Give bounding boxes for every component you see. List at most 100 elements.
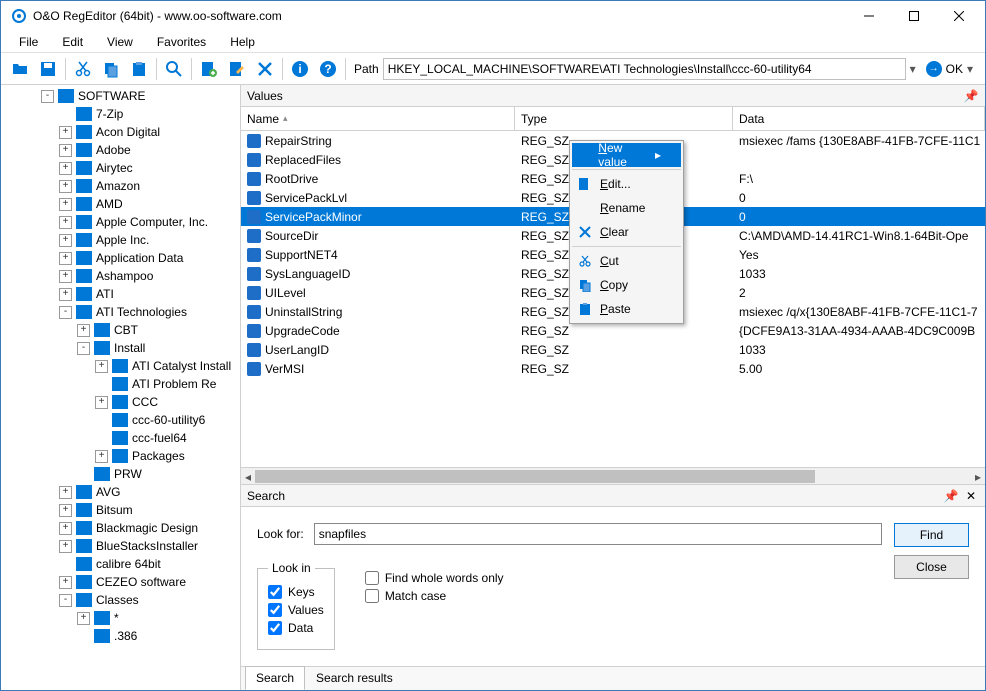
values-grid[interactable]: RepairStringREG_SZmsiexec /fams {130E8AB…	[241, 131, 985, 467]
col-name[interactable]: Name▴	[241, 107, 515, 130]
tree-node[interactable]: .386	[5, 627, 240, 645]
expand-icon[interactable]: +	[59, 576, 72, 589]
menu-item[interactable]: Paste	[572, 297, 681, 321]
tree-label[interactable]: ccc-60-utility6	[132, 413, 205, 427]
tree-label[interactable]: CCC	[132, 395, 158, 409]
tree-node[interactable]: +*	[5, 609, 240, 627]
scroll-right-icon[interactable]: ▸	[971, 468, 985, 485]
tree-node[interactable]: ATI Problem Re	[5, 375, 240, 393]
tree-node[interactable]: -Install	[5, 339, 240, 357]
tree-label[interactable]: CBT	[114, 323, 138, 337]
tree-label[interactable]: Packages	[132, 449, 185, 463]
tree-node[interactable]: + Ashampoo	[5, 267, 240, 285]
tree-node[interactable]: + Bitsum	[5, 501, 240, 519]
tree-node[interactable]: +Application Data	[5, 249, 240, 267]
keys-checkbox[interactable]: Keys	[268, 585, 324, 599]
expand-icon[interactable]: +	[59, 270, 72, 283]
info-icon[interactable]: i	[287, 56, 313, 82]
menu-item[interactable]: Cut	[572, 249, 681, 273]
menu-edit[interactable]: Edit	[52, 33, 93, 51]
close-panel-icon[interactable]: ✕	[963, 488, 979, 504]
collapse-icon[interactable]: -	[41, 90, 54, 103]
cut-icon[interactable]	[70, 56, 96, 82]
tree-label[interactable]: CEZEO software	[96, 575, 186, 589]
open-file-icon[interactable]	[7, 56, 33, 82]
tree-label[interactable]: Ashampoo	[96, 269, 153, 283]
tree-node[interactable]: calibre 64bit	[5, 555, 240, 573]
tree-node[interactable]: +AVG	[5, 483, 240, 501]
paste-icon[interactable]	[126, 56, 152, 82]
collapse-icon[interactable]: -	[77, 342, 90, 355]
tree-label[interactable]: Airytec	[96, 161, 133, 175]
tree-node[interactable]: 7-Zip	[5, 105, 240, 123]
tree-label[interactable]: ATI Technologies	[96, 305, 187, 319]
pin-icon[interactable]: 📌	[963, 88, 979, 104]
tree-node[interactable]: +Amazon	[5, 177, 240, 195]
col-type[interactable]: Type	[515, 107, 733, 130]
tree-node[interactable]: - SOFTWARE	[5, 87, 240, 105]
tree-label[interactable]: BlueStacksInstaller	[96, 539, 198, 553]
scroll-thumb[interactable]	[255, 470, 815, 483]
tree-label[interactable]: Acon Digital	[96, 125, 160, 139]
tree-node[interactable]: ccc-fuel64	[5, 429, 240, 447]
menu-item[interactable]: Rename	[572, 196, 681, 220]
collapse-icon[interactable]: -	[59, 594, 72, 607]
menu-item[interactable]: Copy	[572, 273, 681, 297]
tree-node[interactable]: +ATI Catalyst Install	[5, 357, 240, 375]
help-icon[interactable]: ?	[315, 56, 341, 82]
expand-icon[interactable]: +	[59, 162, 72, 175]
expand-icon[interactable]: +	[59, 504, 72, 517]
tree-node[interactable]: + Adobe	[5, 141, 240, 159]
tree-node[interactable]: + Packages	[5, 447, 240, 465]
tree-node[interactable]: + CBT	[5, 321, 240, 339]
expand-icon[interactable]: +	[95, 360, 108, 373]
find-button[interactable]: Find	[894, 523, 969, 547]
close-search-button[interactable]: Close	[894, 555, 969, 579]
tree-node[interactable]: +Blackmagic Design	[5, 519, 240, 537]
expand-icon[interactable]: +	[95, 450, 108, 463]
expand-icon[interactable]: +	[59, 234, 72, 247]
table-row[interactable]: UserLangIDREG_SZ1033	[241, 340, 985, 359]
tree-label[interactable]: Adobe	[96, 143, 131, 157]
menu-file[interactable]: File	[9, 33, 48, 51]
tree-label[interactable]: ATI Problem Re	[132, 377, 216, 391]
ok-button[interactable]: → OK ▾	[920, 57, 979, 81]
tree-node[interactable]: ccc-60-utility6	[5, 411, 240, 429]
menu-item[interactable]: Clear	[572, 220, 681, 244]
tree-label[interactable]: Bitsum	[96, 503, 133, 517]
new-value-icon[interactable]	[196, 56, 222, 82]
menu-help[interactable]: Help	[220, 33, 265, 51]
search-input[interactable]	[314, 523, 882, 545]
expand-icon[interactable]: +	[59, 216, 72, 229]
tree-label[interactable]: Amazon	[96, 179, 140, 193]
data-checkbox[interactable]: Data	[268, 621, 324, 635]
scroll-left-icon[interactable]: ◂	[241, 468, 255, 485]
tree-node[interactable]: +Apple Inc.	[5, 231, 240, 249]
path-input[interactable]	[383, 58, 906, 80]
tree-label[interactable]: AMD	[96, 197, 123, 211]
tree-node[interactable]: - Classes	[5, 591, 240, 609]
tree-label[interactable]: PRW	[114, 467, 142, 481]
tree-label[interactable]: SOFTWARE	[78, 89, 146, 103]
collapse-icon[interactable]: -	[59, 306, 72, 319]
copy-icon[interactable]	[98, 56, 124, 82]
registry-tree[interactable]: - SOFTWARE 7-Zip + Acon Digital + Adobe + Airyte…	[1, 85, 241, 690]
expand-icon[interactable]: +	[59, 144, 72, 157]
tree-label[interactable]: .386	[114, 629, 137, 643]
expand-icon[interactable]: +	[59, 126, 72, 139]
tree-label[interactable]: ATI	[96, 287, 114, 301]
menu-view[interactable]: View	[97, 33, 143, 51]
expand-icon[interactable]: +	[59, 288, 72, 301]
tree-label[interactable]: calibre 64bit	[96, 557, 161, 571]
menu-item[interactable]: New value▸	[572, 143, 681, 167]
tree-label[interactable]: 7-Zip	[96, 107, 123, 121]
tree-label[interactable]: *	[114, 611, 119, 625]
expand-icon[interactable]: +	[95, 396, 108, 409]
tree-label[interactable]: Classes	[96, 593, 139, 607]
tree-node[interactable]: + Airytec	[5, 159, 240, 177]
values-hscroll[interactable]: ◂ ▸	[241, 467, 985, 484]
expand-icon[interactable]: +	[77, 324, 90, 337]
tree-label[interactable]: Apple Computer, Inc.	[96, 215, 208, 229]
delete-icon[interactable]	[252, 56, 278, 82]
tree-node[interactable]: +BlueStacksInstaller	[5, 537, 240, 555]
